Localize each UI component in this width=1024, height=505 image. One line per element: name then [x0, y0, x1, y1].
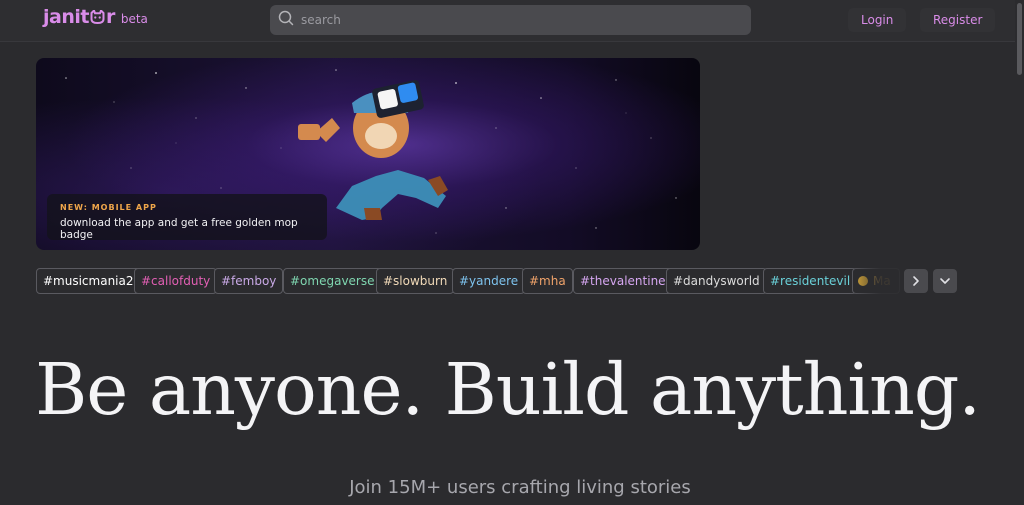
tags-expand-button[interactable]: [933, 269, 957, 293]
login-button[interactable]: Login: [848, 8, 907, 32]
chevron-right-icon: [913, 276, 919, 286]
tag-chip[interactable]: #mha: [522, 268, 573, 294]
register-button[interactable]: Register: [920, 8, 996, 32]
search-bar[interactable]: [270, 5, 751, 35]
tag-fade-overlay: [850, 268, 902, 294]
cat-logo-icon: [90, 8, 105, 25]
tag-chip[interactable]: #residentevil: [763, 268, 858, 294]
tag-chip[interactable]: #musicmania2: [36, 268, 141, 294]
tag-chip[interactable]: #callofduty: [134, 268, 218, 294]
banner-tag: NEW: MOBILE APP: [60, 203, 157, 212]
hero-subtitle: Join 15M+ users crafting living stories: [349, 477, 691, 498]
tag-chip[interactable]: #omegaverse: [283, 268, 382, 294]
search-input[interactable]: [301, 13, 721, 27]
logo-text-right: r: [105, 6, 115, 28]
banner-caption: NEW: MOBILE APP download the app and get…: [47, 194, 327, 241]
top-navigation-bar: janit r beta Login Register: [0, 0, 1024, 42]
banner-text: download the app and get a free golden m…: [60, 217, 298, 241]
chevron-down-icon: [940, 278, 950, 284]
search-icon: [278, 10, 294, 30]
tag-chip[interactable]: #slowburn: [376, 268, 455, 294]
beta-label: beta: [120, 12, 148, 26]
hero-title: Be anyone. Build anything.: [35, 348, 981, 431]
tags-scroll-right-button[interactable]: [904, 269, 928, 293]
tag-chip[interactable]: #femboy: [214, 268, 284, 294]
logo-text-left: janit: [43, 6, 89, 28]
tag-chip[interactable]: #dandysworld: [666, 268, 767, 294]
page-scrollbar[interactable]: [1015, 0, 1024, 505]
tag-chip[interactable]: #yandere: [452, 268, 526, 294]
tag-chip[interactable]: #thevalentine: [573, 268, 673, 294]
scrollbar-thumb[interactable]: [1017, 3, 1022, 75]
site-logo[interactable]: janit r beta: [43, 6, 148, 28]
